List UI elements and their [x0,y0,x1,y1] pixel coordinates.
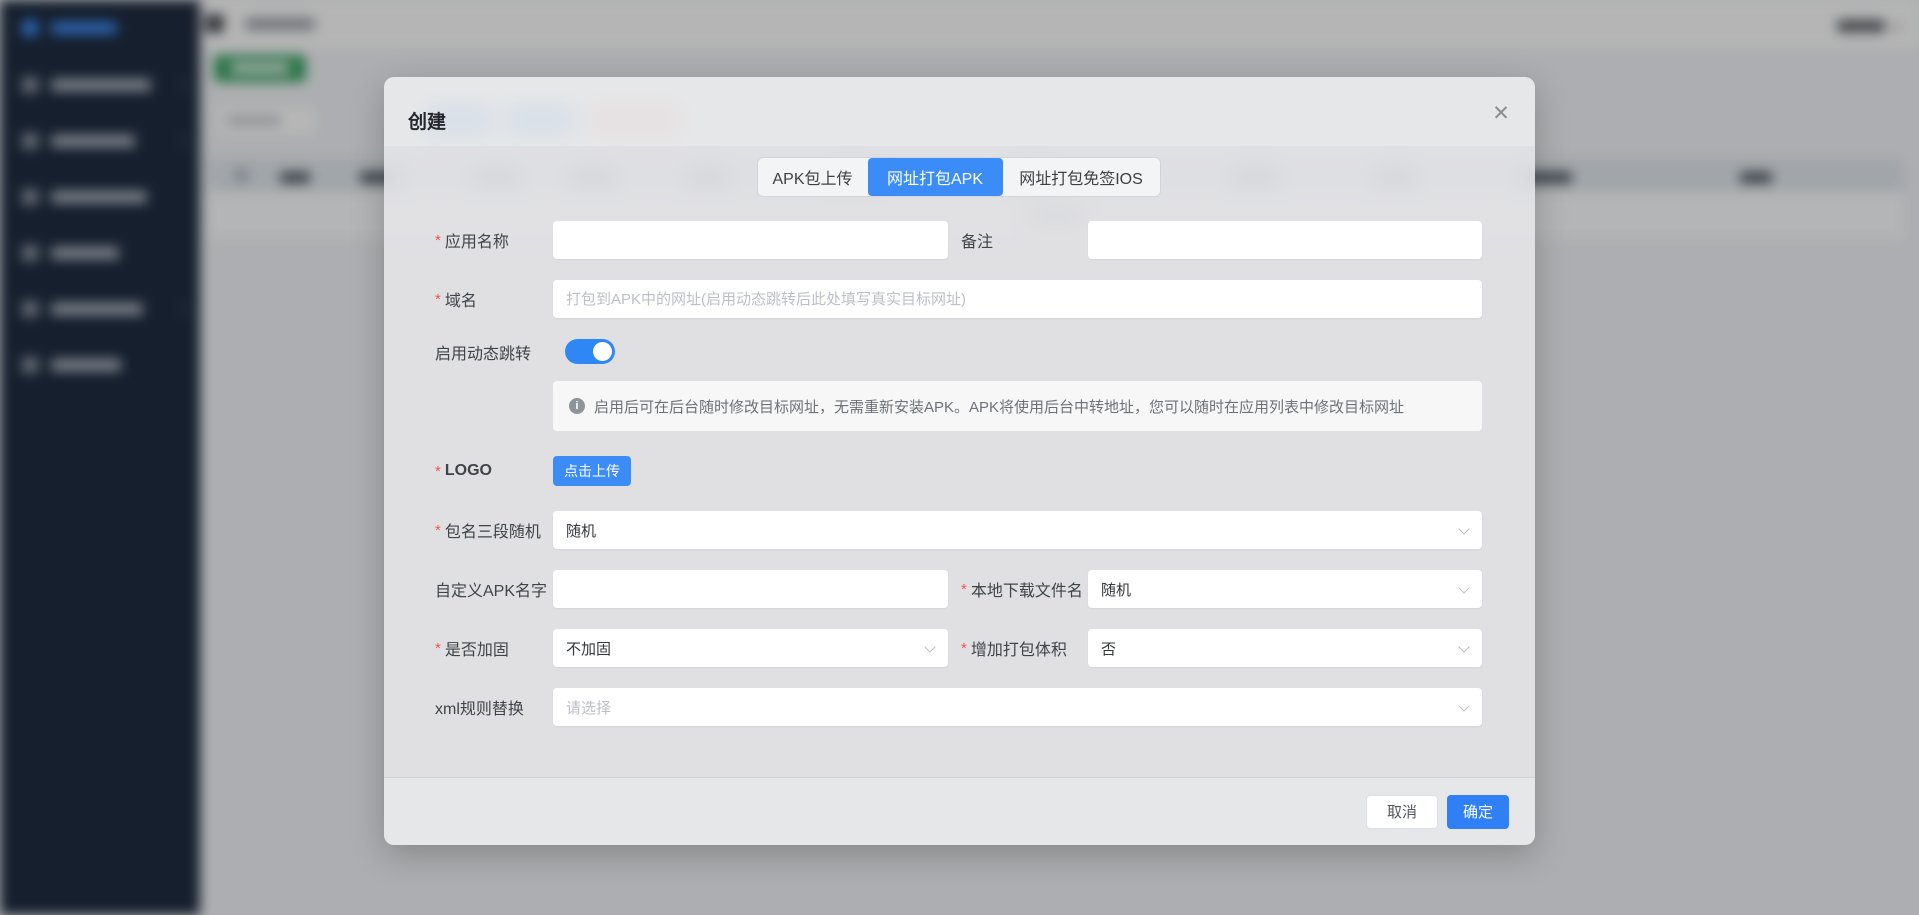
custom-apk-name-input[interactable] [553,570,948,608]
cancel-button[interactable]: 取消 [1366,795,1438,829]
dynamic-redirect-tip: i 启用后可在后台随时修改目标网址，无需重新安装APK。APK将使用后台中转地址… [553,381,1482,431]
dialog-footer: 取消 确定 [384,777,1535,845]
create-dialog: 创建 ✕ APK包上传 网址打包APK 网址打包免签IOS * 应用名称 备注 [384,77,1535,845]
screen: 创建 ✕ APK包上传 网址打包APK 网址打包免签IOS * 应用名称 备注 [0,0,1919,915]
package-type-tabs: APK包上传 网址打包APK 网址打包免签IOS [758,158,1160,196]
required-mark: * [435,463,441,480]
xml-rule-select[interactable]: 请选择 [553,688,1482,726]
required-mark: * [435,291,441,308]
domain-label: * 域名 [435,287,553,311]
form-row: 启用动态跳转 [435,339,1482,364]
form-row: * 域名 [435,280,1482,318]
confirm-button[interactable]: 确定 [1447,795,1509,829]
custom-apk-name-label: 自定义APK名字 [435,577,553,601]
harden-select[interactable]: 不加固 [553,629,948,667]
logo-label: * LOGO [435,462,553,480]
upload-button[interactable]: 点击上传 [553,456,631,486]
dialog-title: 创建 [408,107,446,134]
form-row: * 包名三段随机 随机 [435,511,1482,549]
dynamic-redirect-label: 启用动态跳转 [435,340,565,364]
form-row: * 是否加固 不加固 * 增加打包体积 否 [435,629,1482,667]
tab-apk-upload[interactable]: APK包上传 [758,158,868,196]
remark-label: 备注 [961,228,1088,252]
form-row: i 启用后可在后台随时修改目标网址，无需重新安装APK。APK将使用后台中转地址… [553,381,1482,431]
tip-text: 启用后可在后台随时修改目标网址，无需重新安装APK。APK将使用后台中转地址，您… [594,396,1404,417]
form-row: * LOGO 点击上传 [435,456,1482,486]
harden-label: * 是否加固 [435,636,553,660]
chevron-down-icon [1460,643,1469,652]
package-size-select[interactable]: 否 [1088,629,1482,667]
chevron-down-icon [926,643,935,652]
chevron-down-icon [1460,525,1469,534]
local-filename-select[interactable]: 随机 [1088,570,1482,608]
required-mark: * [961,581,967,598]
required-mark: * [435,640,441,657]
dynamic-redirect-toggle[interactable] [565,339,615,364]
chevron-down-icon [1460,702,1469,711]
chevron-down-icon [1460,584,1469,593]
info-icon: i [569,398,585,414]
remark-input[interactable] [1088,221,1482,259]
required-mark: * [435,232,441,249]
tab-url-ios[interactable]: 网址打包免签IOS [1003,158,1160,196]
tab-url-to-apk[interactable]: 网址打包APK [868,158,1003,196]
toggle-knob [593,342,612,361]
close-icon[interactable]: ✕ [1487,99,1515,127]
xml-rule-label: xml规则替换 [435,695,553,719]
app-name-input[interactable] [553,221,948,259]
dialog-header: 创建 ✕ [384,77,1535,146]
package-random-select[interactable]: 随机 [553,511,1482,549]
form-row: * 应用名称 备注 [435,221,1482,259]
required-mark: * [435,522,441,539]
package-size-label: * 增加打包体积 [961,636,1088,660]
local-filename-label: * 本地下载文件名 [961,577,1088,601]
domain-input[interactable] [553,280,1482,318]
app-name-label: * 应用名称 [435,228,553,252]
required-mark: * [961,640,967,657]
package-random-label: * 包名三段随机 [435,518,553,542]
form-row: 自定义APK名字 * 本地下载文件名 随机 [435,570,1482,608]
dialog-body: APK包上传 网址打包APK 网址打包免签IOS * 应用名称 备注 * [384,146,1535,777]
form-row: xml规则替换 请选择 [435,688,1482,726]
